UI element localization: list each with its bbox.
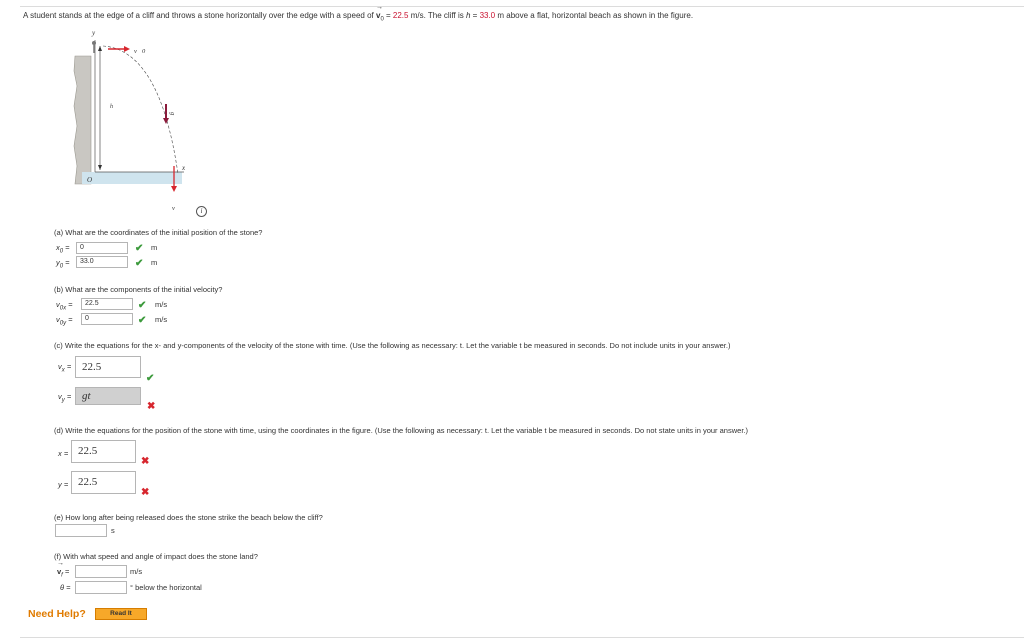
theta-label: θ = — [60, 583, 71, 592]
x0-label: x0 = — [56, 243, 70, 255]
checkmark-icon: ✔ — [138, 315, 147, 326]
part-a-question: (a) What are the coordinates of the init… — [54, 228, 263, 237]
x0-unit: m — [151, 243, 158, 252]
part-b-question: (b) What are the components of the initi… — [54, 285, 223, 294]
vf-label: v⃗ — [172, 205, 180, 212]
cliff-figure: y x O h v⃗0 g⃗ v⃗ — [73, 29, 186, 212]
v0x-unit: m/s — [155, 300, 168, 309]
checkmark-icon: ✔ — [146, 373, 155, 384]
problem-statement: A student stands at the edge of a cliff … — [23, 11, 693, 23]
h-arrow-bottom — [98, 165, 102, 170]
beach — [82, 172, 182, 184]
y-axis-label: y — [91, 29, 96, 37]
vx-equation-input[interactable]: 22.5 — [75, 356, 141, 378]
problem-tail: m above a flat, horizontal beach as show… — [495, 11, 694, 20]
info-icon[interactable]: i — [196, 206, 207, 217]
y-position-input[interactable]: 22.5 — [71, 471, 136, 494]
cliff-rock — [73, 55, 92, 185]
top-divider — [20, 6, 1024, 7]
time-unit: s — [111, 526, 115, 535]
checkmark-icon: ✔ — [138, 300, 147, 311]
x-axis-label: x — [181, 164, 186, 172]
v0x-label: v0x = — [56, 300, 73, 312]
y0-label: y0 = — [56, 258, 70, 270]
h-arrow-top — [98, 46, 102, 51]
part-c-question: (c) Write the equations for the x- and y… — [54, 341, 731, 350]
v0-value: 22.5 — [392, 11, 409, 20]
x-mark-icon: ✖ — [141, 487, 150, 498]
part-f-question: (f) With what speed and angle of impact … — [54, 552, 258, 561]
vy-equation-input[interactable]: gt — [75, 387, 141, 405]
x-mark-icon: ✖ — [147, 401, 156, 412]
v0-arrowhead — [124, 46, 130, 52]
part-d-question: (d) Write the equations for the position… — [54, 426, 748, 435]
y0-input[interactable]: 33.0 — [76, 256, 128, 268]
vf-label: vf = — [57, 567, 69, 579]
bottom-divider — [20, 637, 1024, 638]
vf-arrowhead — [171, 186, 177, 192]
vy-label: vy = — [58, 392, 72, 404]
impact-angle-unit: ° below the horizontal — [130, 583, 202, 592]
h-equals: = — [470, 11, 480, 20]
y0-unit: m — [151, 258, 158, 267]
h-value: 33.0 — [479, 11, 496, 20]
v0y-input[interactable]: 0 — [81, 313, 133, 325]
checkmark-icon: ✔ — [135, 258, 144, 269]
part-e-question: (e) How long after being released does t… — [54, 513, 323, 522]
v0-unit-text: m/s. The cliff is — [408, 11, 466, 20]
h-label: h — [110, 104, 113, 110]
v0x-input[interactable]: 22.5 — [81, 298, 133, 310]
x-position-label: x = — [58, 449, 69, 458]
v0-equals: = — [383, 11, 393, 20]
impact-speed-unit: m/s — [130, 567, 143, 576]
y-position-label: y = — [58, 480, 69, 489]
v0y-label: v0y = — [56, 315, 73, 327]
impact-angle-input[interactable] — [75, 581, 127, 594]
read-it-button[interactable]: Read It — [95, 608, 147, 620]
problem-intro: A student stands at the edge of a cliff … — [23, 11, 374, 20]
need-help-label: Need Help? — [28, 608, 86, 620]
time-input[interactable] — [55, 524, 107, 537]
g-arrowhead — [163, 118, 169, 124]
impact-speed-input[interactable] — [75, 565, 127, 578]
x0-input[interactable]: 0 — [76, 242, 128, 254]
vx-label: vx = — [58, 362, 72, 374]
v0y-unit: m/s — [155, 315, 168, 324]
student-head — [92, 41, 96, 45]
x-position-input[interactable]: 22.5 — [71, 440, 136, 463]
x-mark-icon: ✖ — [141, 456, 150, 467]
v0-symbol: v — [376, 11, 380, 20]
origin-label: O — [87, 176, 92, 184]
g-label: g⃗ — [169, 112, 176, 120]
v0-label: v⃗0 — [134, 48, 146, 55]
checkmark-icon: ✔ — [135, 243, 144, 254]
